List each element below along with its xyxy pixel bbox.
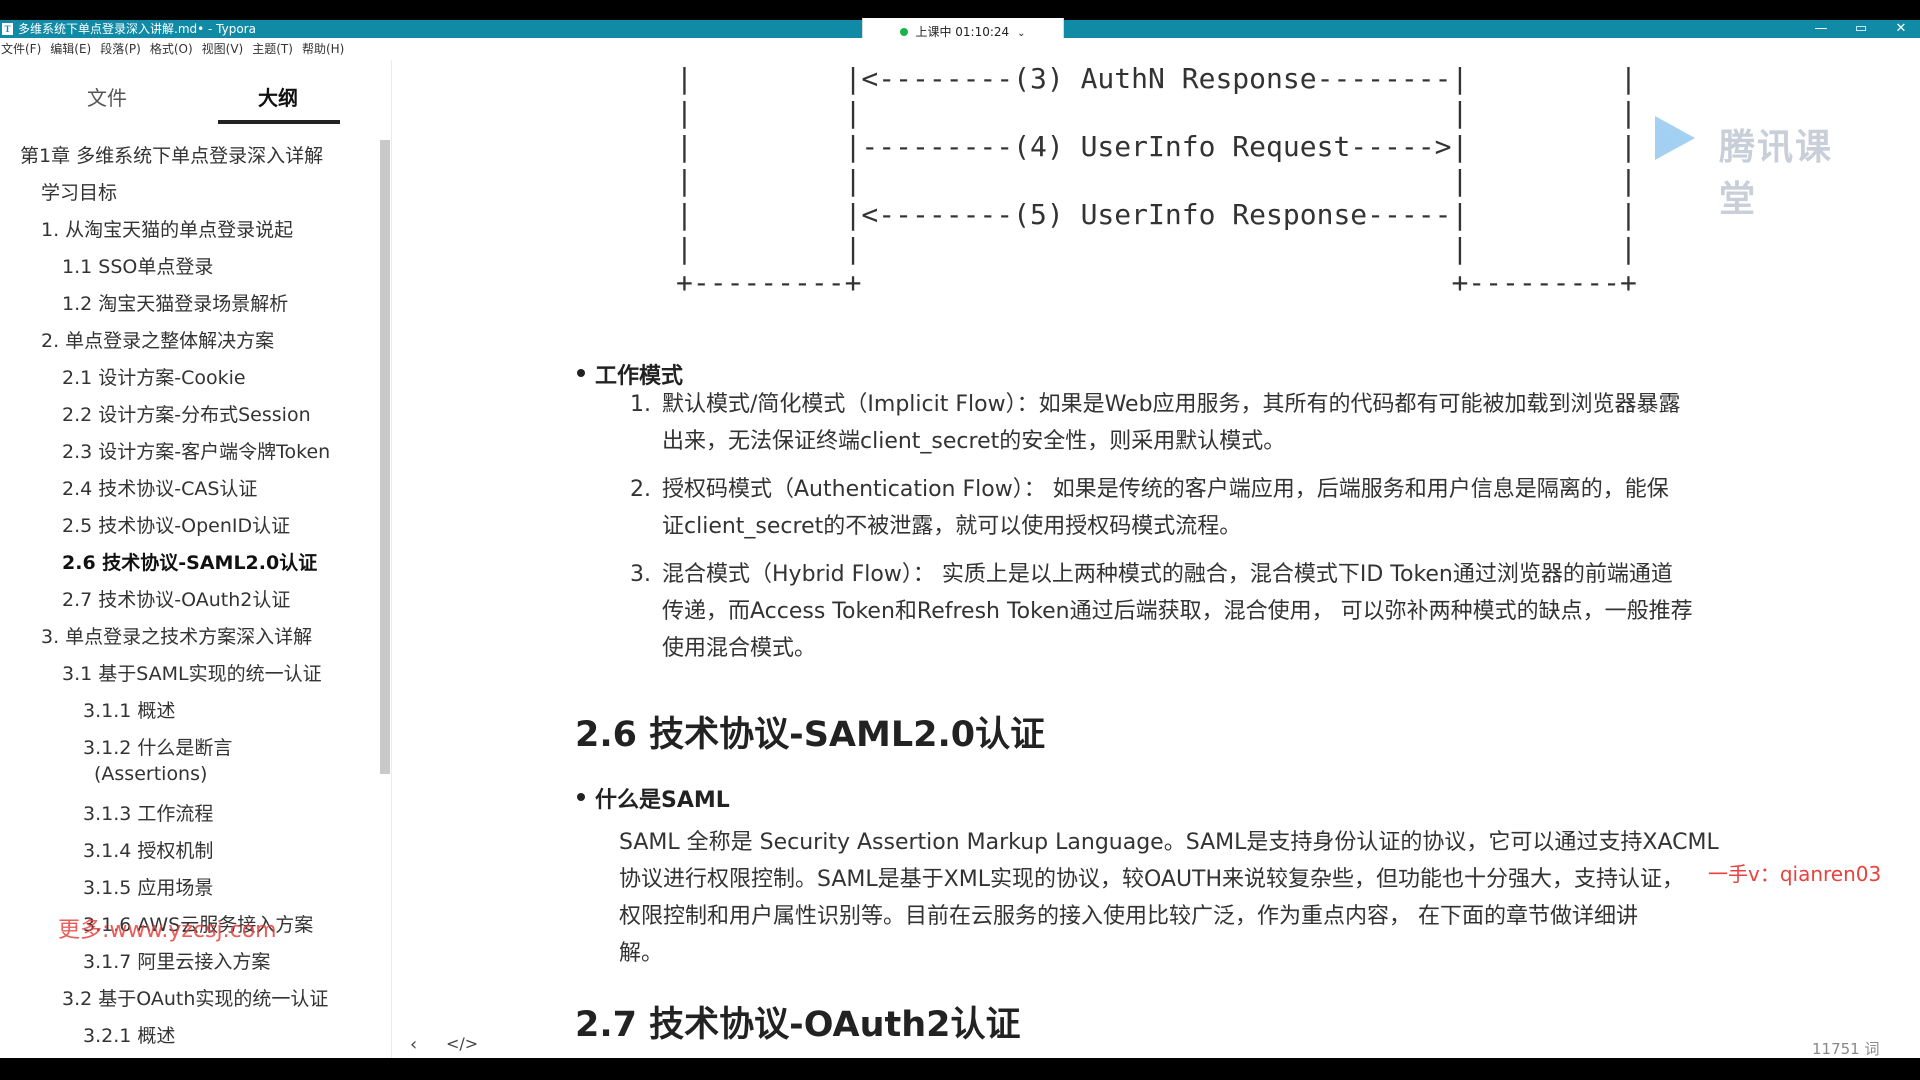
menu-view[interactable]: 视图(V) [199, 38, 247, 60]
outline-item[interactable]: 3.1.4 授权机制 [83, 837, 213, 865]
menu-format[interactable]: 格式(O) [147, 38, 196, 60]
para-line: SAML 全称是 Security Assertion Markup Langu… [619, 830, 1719, 855]
word-count[interactable]: 11751 词 [1812, 1038, 1880, 1059]
menu-help[interactable]: 帮助(H) [299, 38, 347, 60]
saml-paragraph: SAML 全称是 Security Assertion Markup Langu… [619, 824, 1749, 972]
work-mode-item-3: 3. 混合模式（Hybrid Flow）： 实质上是以上两种模式的融合，混合模式… [630, 556, 1752, 667]
sidebar: 文件 大纲 第1章 多维系统下单点登录深入详解 学习目标 1. 从淘宝天猫的单点… [0, 60, 417, 1058]
menu-edit[interactable]: 编辑(E) [47, 38, 94, 60]
list-text-line: 授权码模式（Authentication Flow）： 如果是传统的客户端应用，… [662, 477, 1669, 502]
outline-item[interactable]: 2.2 设计方案-分布式Session [62, 401, 311, 429]
outline-item[interactable]: 1. 从淘宝天猫的单点登录说起 [41, 216, 293, 244]
outline-item[interactable]: 1.1 SSO单点登录 [62, 253, 213, 281]
tab-outline[interactable]: 大纲 [218, 82, 338, 111]
list-text-line: 混合模式（Hybrid Flow）： 实质上是以上两种模式的融合，混合模式下ID… [662, 562, 1673, 587]
outline-item[interactable]: 第1章 多维系统下单点登录深入详解 [20, 142, 323, 170]
menu-theme[interactable]: 主题(T) [249, 38, 296, 60]
work-mode-item-1: 1. 默认模式/简化模式（Implicit Flow）：如果是Web应用服务，其… [630, 386, 1752, 460]
outline-item[interactable]: 2.3 设计方案-客户端令牌Token [62, 438, 330, 466]
list-number: 1. [630, 392, 651, 417]
para-line: 权限控制和用户属性识别等。目前在云服务的接入使用比较广泛，作为重点内容， 在下面… [619, 904, 1638, 929]
outline-item[interactable]: 3.1.5 应用场景 [83, 874, 213, 902]
class-status-label: 上课中 01:10:24 [915, 25, 1010, 39]
outline-item[interactable]: 3.1.7 阿里云接入方案 [83, 948, 270, 976]
screen-bottom-bar [0, 1058, 1920, 1080]
maximize-button[interactable]: ▭ [1846, 20, 1876, 38]
list-text-line: 出来，无法保证终端client_secret的安全性，则采用默认模式。 [662, 429, 1286, 454]
outline-item[interactable]: 3.2.1 概述 [83, 1022, 175, 1050]
outline-item[interactable]: 学习目标 [41, 179, 117, 207]
diagram-line: | | | | [676, 164, 1637, 197]
outline-item[interactable]: 2.7 技术协议-OAuth2认证 [62, 586, 290, 614]
menu-bar: 文件(F) 编辑(E) 段落(P) 格式(O) 视图(V) 主题(T) 帮助(H) [0, 38, 1920, 60]
active-tab-indicator [218, 120, 340, 124]
logo-text: 腾讯课堂 [1719, 127, 1834, 220]
tab-files[interactable]: 文件 [47, 82, 167, 111]
diagram-line: +---------+ +---------+ [676, 266, 1637, 299]
outline-item[interactable]: 3. 单点登录之技术方案深入详解 [41, 623, 312, 651]
editor-pane[interactable]: | |<--------(3) AuthN Response--------| … [392, 60, 1920, 1058]
outline-item[interactable]: 3.2 基于OAuth实现的统一认证 [62, 985, 328, 1013]
saml-bullet-heading: 什么是SAML [577, 782, 730, 814]
live-dot-icon [900, 28, 909, 36]
section-heading-oauth2: 2.7 技术协议-OAuth2认证 [575, 1005, 1021, 1045]
sidebar-scrollbar[interactable] [380, 140, 390, 774]
outline-item[interactable]: 2.5 技术协议-OpenID认证 [62, 512, 290, 540]
close-button[interactable]: ✕ [1886, 20, 1916, 38]
outline-item-active[interactable]: 2.6 技术协议-SAML2.0认证 [62, 549, 317, 577]
window-title: 多维系统下单点登录深入讲解.md• - Typora [18, 22, 256, 36]
outline-item[interactable]: 3.1 基于SAML实现的统一认证 [62, 660, 322, 688]
outline-item[interactable]: 3.1.3 工作流程 [83, 800, 213, 828]
work-mode-item-2: 2. 授权码模式（Authentication Flow）： 如果是传统的客户端… [630, 471, 1752, 545]
tencent-classroom-logo: 腾讯课堂 [1647, 112, 1867, 220]
minimize-button[interactable]: — [1806, 20, 1836, 38]
menu-paragraph[interactable]: 段落(P) [97, 38, 144, 60]
outline-item-continuation[interactable]: (Assertions) [94, 760, 207, 788]
diagram-line: | |<--------(3) AuthN Response--------| … [676, 62, 1637, 95]
sidebar-tabs: 文件 大纲 [0, 60, 392, 126]
para-line: 解。 [619, 941, 664, 966]
typora-app-icon: T [2, 23, 13, 35]
outline-item[interactable]: 1.2 淘宝天猫登录场景解析 [62, 290, 288, 318]
app-body: 文件 大纲 第1章 多维系统下单点登录深入详解 学习目标 1. 从淘宝天猫的单点… [0, 60, 1920, 1058]
list-number: 3. [630, 562, 651, 587]
list-text-line: 默认模式/简化模式（Implicit Flow）：如果是Web应用服务，其所有的… [662, 392, 1681, 417]
list-number: 2. [630, 477, 651, 502]
diagram-line: | |---------(4) UserInfo Request----->| … [676, 130, 1637, 163]
list-text-line: 传递，而Access Token和Refresh Token通过后端获取，混合使… [662, 599, 1693, 624]
contact-watermark: 一手v：qianren03 [1708, 862, 1882, 886]
list-text-line: 使用混合模式。 [662, 636, 817, 661]
diagram-line: | |<--------(5) UserInfo Response-----| … [676, 198, 1637, 231]
section-heading-saml: 2.6 技术协议-SAML2.0认证 [575, 715, 1046, 755]
outline-item[interactable]: 2.4 技术协议-CAS认证 [62, 475, 257, 503]
tencent-play-icon [1655, 116, 1695, 160]
outline-item[interactable]: 3.1.2 什么是断言 [83, 734, 232, 762]
outline-item[interactable]: 2. 单点登录之整体解决方案 [41, 327, 274, 355]
diagram-line: | | | | [676, 96, 1637, 129]
para-line: 协议进行权限控制。SAML是基于XML实现的协议，较OAUTH来说较复杂些，但功… [619, 867, 1685, 892]
outline-item[interactable]: 3.1.1 概述 [83, 697, 175, 725]
menu-file[interactable]: 文件(F) [0, 38, 44, 60]
list-text-line: 证client_secret的不被泄露，就可以使用授权码模式流程。 [662, 514, 1242, 539]
diagram-line: | | | | [676, 232, 1637, 265]
site-watermark: 更多:www.yzcsj.com [58, 918, 277, 943]
outline-item[interactable]: 2.1 设计方案-Cookie [62, 364, 246, 392]
